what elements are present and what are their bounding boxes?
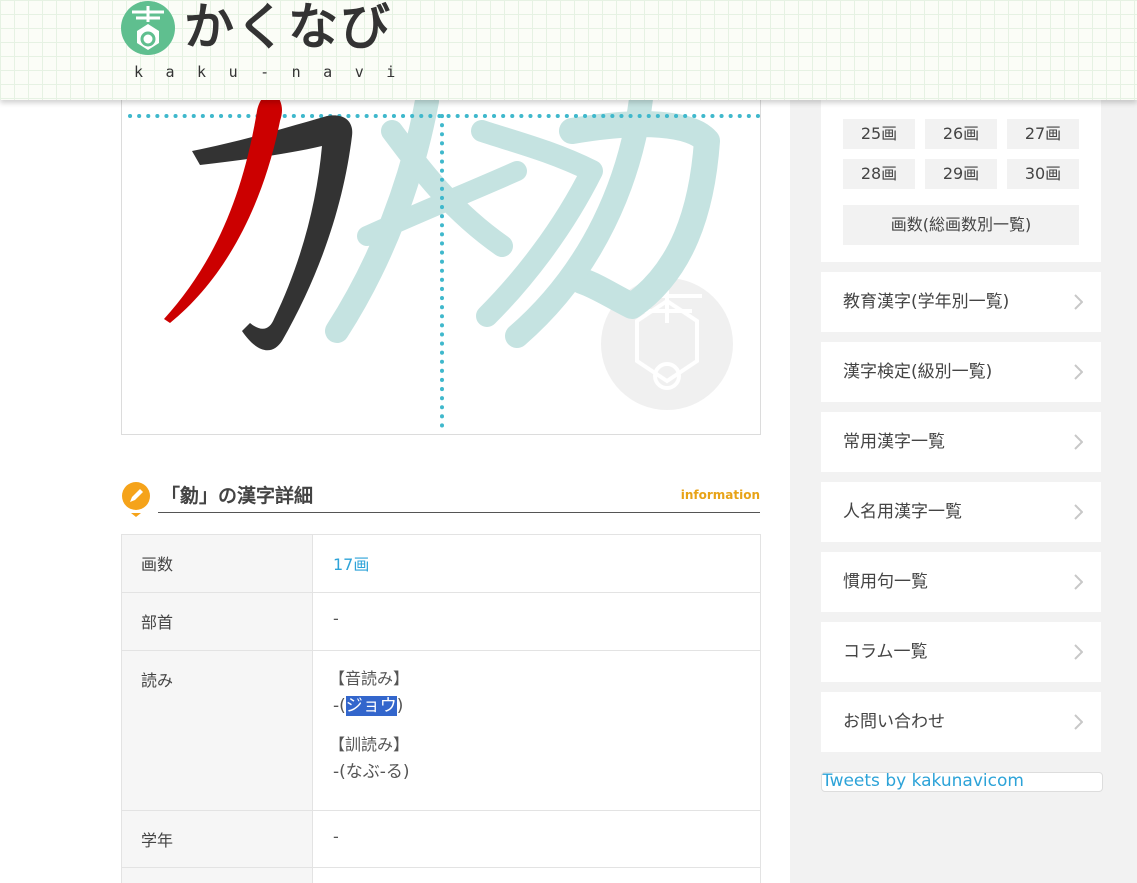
menu-item-label: 人名用漢字一覧 bbox=[843, 502, 962, 522]
chevron-right-icon bbox=[1074, 644, 1083, 660]
kanji-detail-heading: 「勨」の漢字詳細 information bbox=[121, 478, 761, 517]
menu-item-label: 常用漢字一覧 bbox=[843, 432, 945, 452]
table-row: 学年 - bbox=[121, 810, 761, 868]
row-label-next bbox=[121, 867, 313, 883]
section-title: 「勨」の漢字詳細 bbox=[161, 485, 314, 507]
stroke-button-26[interactable]: 26画 bbox=[925, 119, 997, 149]
row-value-radical: - bbox=[312, 592, 761, 651]
row-value-strokes: 17画 bbox=[312, 534, 761, 593]
stroke-count-list-button[interactable]: 画数(総画数別一覧) bbox=[843, 205, 1079, 245]
table-row bbox=[121, 867, 761, 883]
site-header: かくなび kaku-navi bbox=[0, 0, 1137, 100]
stroke-button-27[interactable]: 27画 bbox=[1007, 119, 1079, 149]
section-info-label: information bbox=[680, 488, 760, 502]
menu-item-contact[interactable]: お問い合わせ bbox=[821, 692, 1101, 752]
chevron-right-icon bbox=[1074, 574, 1083, 590]
menu-item-label: 慣用句一覧 bbox=[843, 572, 928, 592]
table-row: 画数 17画 bbox=[121, 534, 761, 593]
stroke-button-29[interactable]: 29画 bbox=[925, 159, 997, 189]
stroke-button-30[interactable]: 30画 bbox=[1007, 159, 1079, 189]
menu-item-joyo-kanji[interactable]: 常用漢字一覧 bbox=[821, 412, 1101, 472]
ghost-strokes bbox=[325, 79, 720, 348]
menu-item-label: 教育漢字(学年別一覧) bbox=[843, 292, 1010, 312]
site-logo[interactable]: かくなび kaku-navi bbox=[120, 0, 430, 90]
kun-reading-heading: 【訓読み】 bbox=[329, 735, 410, 754]
current-stroke bbox=[164, 91, 282, 323]
table-row: 部首 - bbox=[121, 592, 761, 651]
row-value-reading: 【音読み】 -(ジョウ) 【訓読み】 -(なぶ-る) bbox=[312, 650, 761, 811]
row-value-next bbox=[312, 867, 761, 883]
logo-subtitle: kaku-navi bbox=[134, 63, 418, 81]
on-reading-line: -(ジョウ) bbox=[333, 691, 760, 721]
on-reading-heading: 【音読み】 bbox=[329, 669, 410, 688]
menu-item-idioms[interactable]: 慣用句一覧 bbox=[821, 552, 1101, 612]
menu-item-jinmeiyo-kanji[interactable]: 人名用漢字一覧 bbox=[821, 482, 1101, 542]
row-value-grade: - bbox=[312, 810, 761, 868]
menu-item-kanji-kentei[interactable]: 漢字検定(級別一覧) bbox=[821, 342, 1101, 402]
menu-item-education-kanji[interactable]: 教育漢字(学年別一覧) bbox=[821, 272, 1101, 332]
on-reading-suffix: ) bbox=[396, 696, 404, 716]
stroke-button-25[interactable]: 25画 bbox=[843, 119, 915, 149]
on-reading-prefix: -( bbox=[333, 696, 346, 716]
stroke-order-drawing bbox=[128, 79, 760, 434]
table-row: 読み 【音読み】 -(ジョウ) 【訓読み】 -(なぶ-る) bbox=[121, 650, 761, 811]
menu-item-label: コラム一覧 bbox=[843, 642, 928, 662]
chevron-right-icon bbox=[1074, 504, 1083, 520]
on-reading-selected-text[interactable]: ジョウ bbox=[345, 696, 397, 716]
logo-mark-icon bbox=[121, 1, 175, 55]
menu-item-label: お問い合わせ bbox=[843, 712, 945, 732]
stroke-count-link[interactable]: 17画 bbox=[333, 555, 369, 574]
chevron-right-icon bbox=[1074, 714, 1083, 730]
kun-reading-line: -(なぶ-る) bbox=[333, 762, 410, 782]
kanji-detail-table: 画数 17画 部首 - 読み 【音読み】 -(ジョウ) 【訓読み】 -(なぶ-る… bbox=[121, 534, 761, 883]
stroke-order-canvas bbox=[121, 60, 761, 435]
chevron-right-icon bbox=[1074, 434, 1083, 450]
menu-item-columns[interactable]: コラム一覧 bbox=[821, 622, 1101, 682]
row-label-reading: 読み bbox=[121, 650, 313, 811]
section-divider bbox=[158, 512, 760, 513]
menu-item-label: 漢字検定(級別一覧) bbox=[843, 362, 993, 382]
pencil-icon bbox=[122, 482, 150, 517]
row-label-radical: 部首 bbox=[121, 592, 313, 651]
logo-text: かくなび bbox=[184, 0, 392, 56]
chevron-right-icon bbox=[1074, 294, 1083, 310]
twitter-timeline-link[interactable]: Tweets by kakunavicom bbox=[821, 772, 1103, 792]
row-label-grade: 学年 bbox=[121, 810, 313, 868]
stroke-button-28[interactable]: 28画 bbox=[843, 159, 915, 189]
chevron-right-icon bbox=[1074, 364, 1083, 380]
row-label-strokes: 画数 bbox=[121, 534, 313, 593]
